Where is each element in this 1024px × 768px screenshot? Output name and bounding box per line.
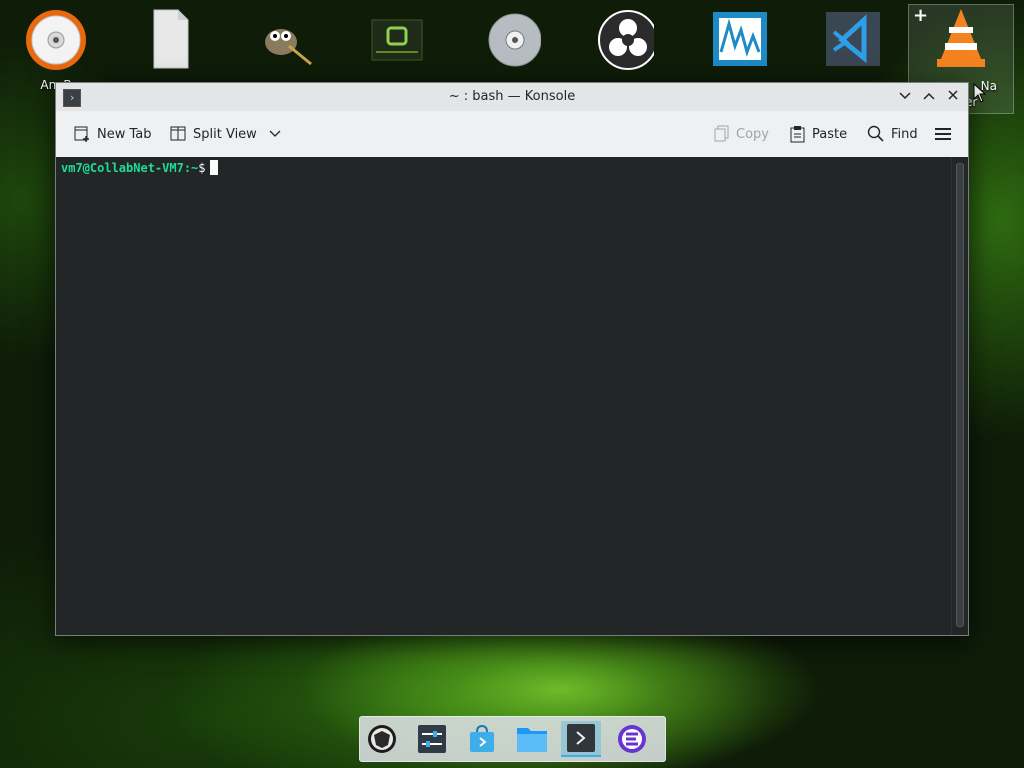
paste-label: Paste [812, 126, 848, 142]
search-icon [867, 125, 884, 142]
chevron-down-icon[interactable] [269, 130, 281, 138]
hamburger-menu-button[interactable] [935, 123, 951, 145]
hamburger-menu-icon [935, 128, 951, 140]
close-icon [948, 90, 958, 100]
copy-label: Copy [736, 126, 769, 142]
dock-discover[interactable] [462, 721, 502, 757]
konsole-window[interactable]: › ~ : bash — Konsole New Tab Split View … [55, 82, 969, 636]
vlc-icon [929, 5, 993, 69]
mint-terminal-icon [364, 6, 428, 70]
dock-app-launcher[interactable] [362, 721, 402, 757]
scrollbar-thumb[interactable] [956, 163, 964, 627]
new-tab-icon [74, 126, 89, 142]
split-view-icon [170, 126, 186, 141]
shell-prompt: vm7@CollabNet-VM7:~$ [61, 160, 218, 175]
prompt-path: :~ [183, 161, 199, 175]
discover-store-icon [470, 724, 494, 752]
split-view-label: Split View [193, 126, 257, 142]
chevron-down-icon [899, 92, 911, 100]
dock-file-manager[interactable] [512, 721, 552, 757]
dock-browser[interactable] [612, 721, 652, 757]
minimize-button[interactable] [896, 88, 914, 106]
add-icon[interactable]: + [913, 5, 928, 26]
find-label: Find [891, 126, 918, 142]
task-manager-dock [359, 716, 666, 762]
obs-icon [590, 6, 658, 70]
dock-system-settings[interactable] [412, 721, 452, 757]
konsole-icon [567, 724, 595, 752]
browser-icon [618, 725, 646, 753]
waveform-icon [703, 6, 767, 70]
terminal-area[interactable]: vm7@CollabNet-VM7:~$ [56, 157, 952, 635]
paste-icon [790, 126, 805, 143]
prompt-user-host: vm7@CollabNet-VM7 [61, 161, 184, 175]
close-button[interactable] [944, 88, 962, 106]
file-manager-icon [517, 728, 547, 752]
maximize-button[interactable] [920, 88, 938, 106]
blank-file-icon [138, 6, 202, 70]
dock-konsole[interactable] [561, 721, 601, 757]
new-tab-button[interactable]: New Tab [73, 123, 152, 145]
text-cursor [209, 160, 218, 175]
split-view-button[interactable]: Split View [169, 123, 281, 145]
mouse-cursor-icon [973, 83, 987, 103]
find-button[interactable]: Find [867, 123, 918, 145]
optical-disc-icon [477, 6, 542, 70]
new-tab-label: New Tab [97, 126, 152, 142]
toolbar: New Tab Split View Copy Paste Find [56, 111, 968, 158]
paste-button[interactable]: Paste [790, 123, 847, 145]
copy-icon [714, 125, 729, 142]
disc-burner-icon [24, 6, 88, 70]
chevron-up-icon [923, 92, 935, 100]
window-title: ~ : bash — Konsole [448, 89, 576, 104]
copy-button[interactable]: Copy [714, 123, 769, 145]
terminal-scrollbar[interactable] [951, 157, 968, 635]
app-launcher-icon [368, 725, 396, 753]
prompt-symbol: $ [198, 161, 206, 175]
vscode-icon [816, 6, 880, 70]
system-settings-icon [418, 725, 446, 753]
title-bar[interactable]: › ~ : bash — Konsole [56, 83, 968, 111]
gimp-icon [251, 6, 315, 70]
